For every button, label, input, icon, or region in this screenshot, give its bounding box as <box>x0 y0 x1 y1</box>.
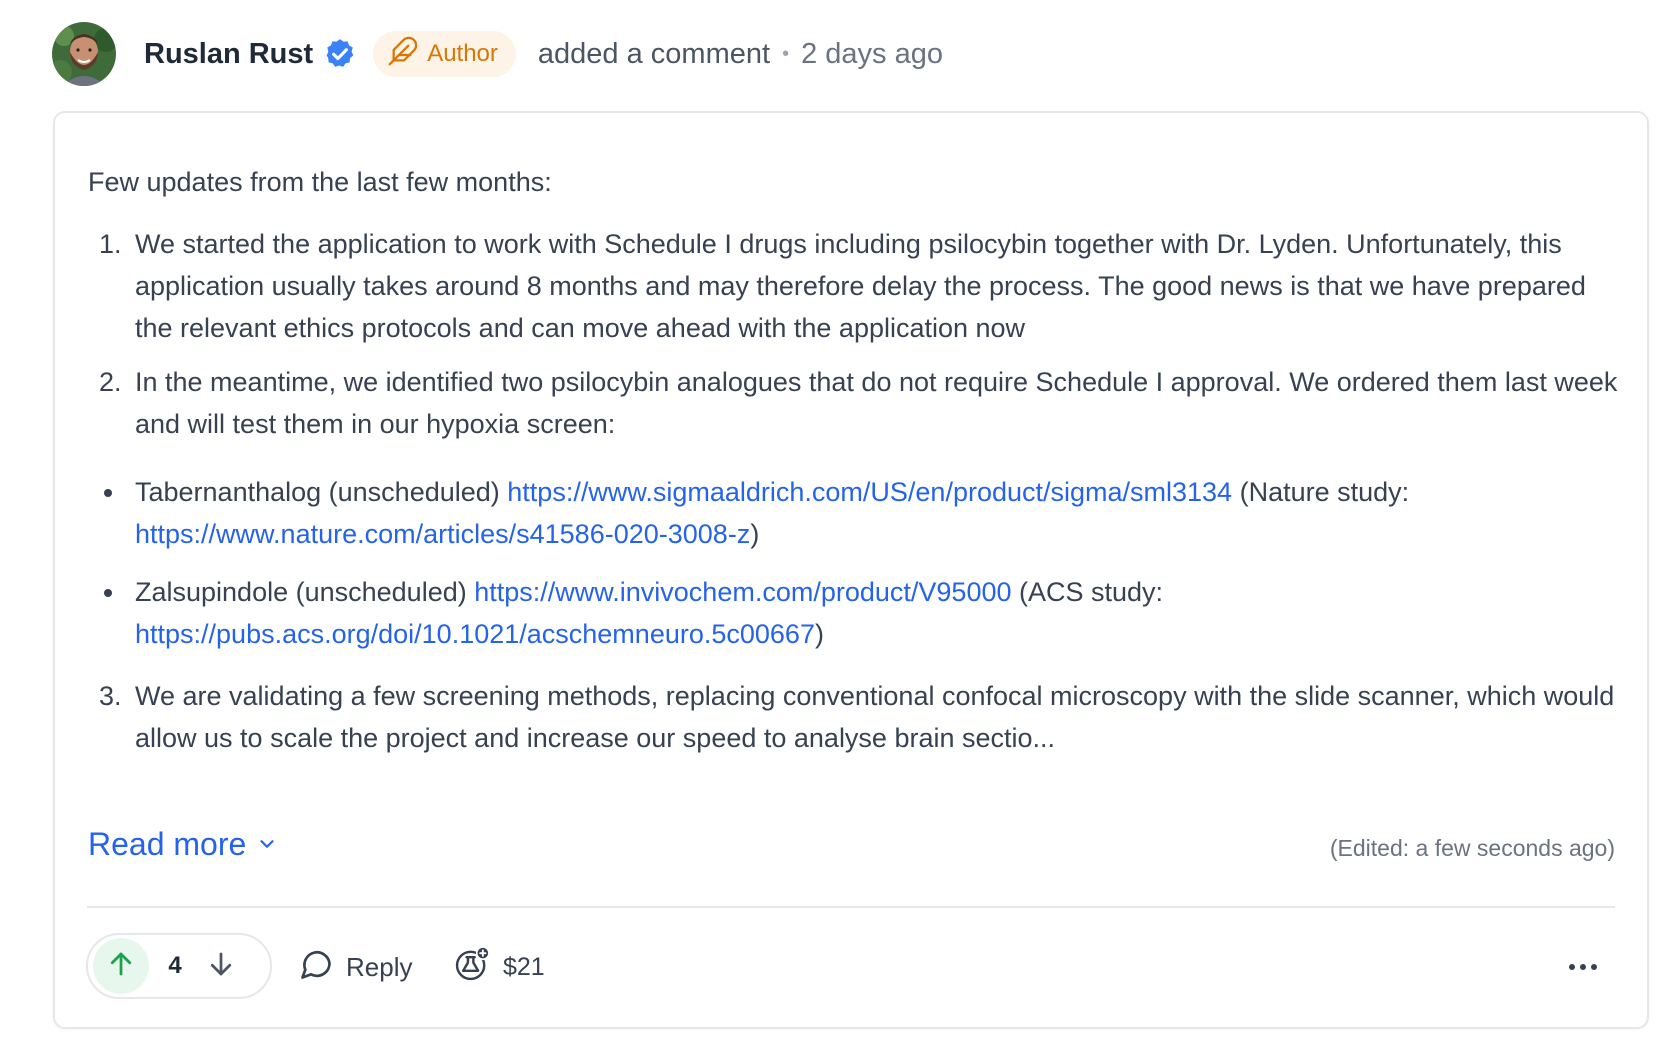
study-link[interactable]: https://pubs.acs.org/doi/10.1021/acschem… <box>135 619 815 649</box>
comment-header: Ruslan Rust Author added a comment • 2 d… <box>52 22 943 86</box>
update-item-text: We are validating a few screening method… <box>135 681 1615 753</box>
update-item-2: 2. In the meantime, we identified two ps… <box>88 361 1618 655</box>
study-link[interactable]: https://www.nature.com/articles/s41586-0… <box>135 519 750 549</box>
arrow-down-icon <box>206 949 236 984</box>
divider <box>87 906 1615 908</box>
more-options-button[interactable] <box>1563 949 1603 985</box>
comment-action-text: added a comment <box>537 37 771 70</box>
product-link[interactable]: https://www.sigmaaldrich.com/US/en/produ… <box>507 477 1232 507</box>
read-more-button[interactable]: Read more <box>88 826 278 863</box>
product-link[interactable]: https://www.invivochem.com/product/V9500… <box>474 577 1011 607</box>
comment-container: Ruslan Rust Author added a comment • 2 d… <box>0 0 1670 1050</box>
chevron-down-icon <box>246 826 278 863</box>
study-prefix: (Nature study: <box>1239 477 1410 507</box>
downvote-button[interactable] <box>201 938 241 994</box>
author-badge-label: Author <box>427 40 498 67</box>
edited-indicator: (Edited: a few seconds ago) <box>1329 835 1615 861</box>
comment-body: Few updates from the last few months: 1.… <box>88 161 1618 771</box>
update-item-text: We started the application to work with … <box>135 229 1586 343</box>
compound-name: Tabernanthalog (unscheduled) <box>135 477 500 507</box>
avatar[interactable] <box>52 22 116 86</box>
reply-label: Reply <box>346 951 413 982</box>
tip-amount: $21 <box>503 952 545 981</box>
bullet-icon <box>104 589 112 597</box>
list-number: 2. <box>99 367 122 397</box>
comment-timestamp[interactable]: 2 days ago <box>801 38 943 71</box>
vote-count: 4 <box>168 952 182 979</box>
flask-plus-icon <box>453 945 503 990</box>
comment-card: Few updates from the last few months: 1.… <box>53 111 1649 1029</box>
compound-name: Zalsupindole (unscheduled) <box>135 577 467 607</box>
update-item-1: 1. We started the application to work wi… <box>88 223 1618 349</box>
compound-list: Tabernanthalog (unscheduled) https://www… <box>88 471 1618 655</box>
tip-button[interactable]: $21 <box>453 943 545 991</box>
speech-bubble-icon <box>298 946 346 989</box>
study-suffix: ) <box>750 519 760 549</box>
ellipsis-icon <box>1568 958 1598 976</box>
compound-item: Tabernanthalog (unscheduled) https://www… <box>88 471 1618 555</box>
feather-icon <box>387 35 427 74</box>
separator-dot: • <box>782 42 790 65</box>
study-prefix: (ACS study: <box>1019 577 1164 607</box>
compound-item: Zalsupindole (unscheduled) https://www.i… <box>88 571 1618 655</box>
list-number: 1. <box>99 229 122 259</box>
verified-badge-icon <box>323 37 357 71</box>
upvote-button[interactable] <box>93 938 149 994</box>
bullet-icon <box>104 489 112 497</box>
update-item-3: 3. We are validating a few screening met… <box>88 675 1618 759</box>
study-suffix: ) <box>814 619 824 649</box>
author-name[interactable]: Ruslan Rust <box>144 38 313 71</box>
arrow-up-icon <box>106 949 136 984</box>
author-badge: Author <box>373 31 516 77</box>
read-more-label: Read more <box>88 826 247 862</box>
comment-intro: Few updates from the last few months: <box>88 167 552 197</box>
update-item-text: In the meantime, we identified two psilo… <box>135 367 1618 439</box>
list-number: 3. <box>99 681 122 711</box>
reply-button[interactable]: Reply <box>298 943 412 991</box>
update-list: 1. We started the application to work wi… <box>88 223 1618 759</box>
vote-control: 4 <box>86 933 272 999</box>
